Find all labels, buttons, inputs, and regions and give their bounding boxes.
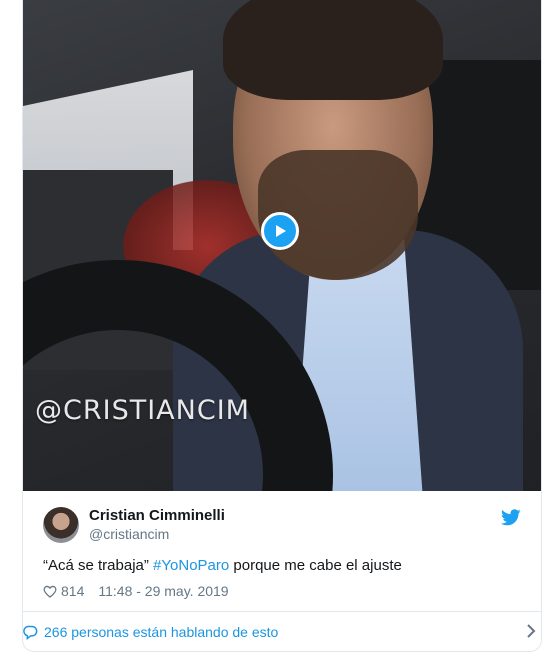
play-button[interactable] [261,212,299,250]
tweet-timestamp[interactable]: 11:48 - 29 may. 2019 [98,583,228,599]
tweet-embed-card: @CRISTIANCIM Cristian Cimminelli @cristi… [22,0,542,652]
tweet-meta: 814 11:48 - 29 may. 2019 [43,583,229,599]
conversation-link[interactable]: 266 personas están hablando de esto [0,612,560,652]
comment-icon [23,625,38,640]
conversation-label: 266 personas están hablando de esto [44,624,279,640]
video-watermark: @CRISTIANCIM [35,395,250,426]
person-hair [223,0,443,100]
tweet-body: Cristian Cimminelli @cristiancim “Acá se… [23,491,541,612]
heart-icon[interactable] [43,585,57,598]
chevron-right-icon [527,624,536,638]
hashtag-link[interactable]: #YoNoParo [153,557,229,574]
tweet-text-before: “Acá se trabaja” [43,557,154,574]
tweet-text-after: porque me cabe el ajuste [229,557,402,574]
play-icon [276,225,286,237]
author-name[interactable]: Cristian Cimminelli [89,507,225,524]
tweet-text: “Acá se trabaja” #YoNoParo porque me cab… [43,557,402,574]
like-count[interactable]: 814 [61,583,84,599]
twitter-bird-icon[interactable] [501,509,521,526]
avatar[interactable] [43,507,79,543]
author-handle[interactable]: @cristiancim [89,526,169,542]
video-player[interactable]: @CRISTIANCIM [23,0,541,491]
